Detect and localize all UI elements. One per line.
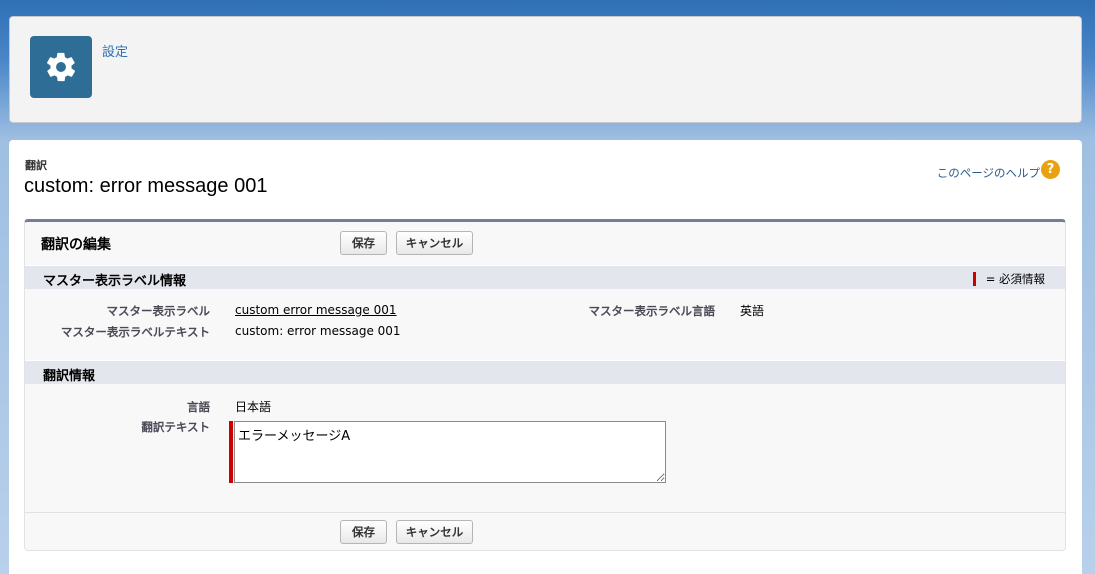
save-button-bottom[interactable]: 保存 <box>340 520 387 544</box>
edit-translation-panel: 翻訳の編集 保存 キャンセル マスター表示ラベル情報 = 必須情報 マスター表示… <box>24 219 1066 551</box>
main-content: 翻訳 custom: error message 001 このページのヘルプ ?… <box>9 140 1082 574</box>
master-section-title: マスター表示ラベル情報 <box>43 274 187 289</box>
master-lang-value: 英語 <box>740 304 765 318</box>
setup-header: 設定 <box>9 16 1082 123</box>
required-legend: = 必須情報 <box>972 271 1045 287</box>
cancel-button-bottom[interactable]: キャンセル <box>396 520 473 544</box>
page-title: custom: error message 001 <box>24 175 268 197</box>
divider <box>25 512 1065 513</box>
translation-section-header: 翻訳情報 <box>25 360 1065 384</box>
master-text-value: custom: error message 001 <box>235 324 401 338</box>
required-marker <box>972 272 976 286</box>
settings-tile <box>30 36 92 98</box>
help-link[interactable]: このページのヘルプ <box>937 165 1040 181</box>
gear-icon <box>47 52 75 82</box>
master-lang-label: マスター表示ラベル言語 <box>588 304 716 318</box>
save-button-top[interactable]: 保存 <box>340 231 387 255</box>
question-icon[interactable]: ? <box>1041 160 1060 179</box>
translation-section-title: 翻訳情報 <box>43 369 96 384</box>
translation-text-field: エラーメッセージA <box>229 421 666 483</box>
breadcrumb: 翻訳 <box>25 159 47 172</box>
translation-textarea[interactable]: エラーメッセージA <box>234 421 666 483</box>
setup-title-link[interactable]: 設定 <box>102 41 128 60</box>
panel-title: 翻訳の編集 <box>41 237 111 253</box>
master-section-header: マスター表示ラベル情報 = 必須情報 <box>25 265 1065 289</box>
required-legend-text: = 必須情報 <box>985 272 1045 286</box>
required-marker <box>229 421 233 483</box>
master-text-label: マスター表示ラベルテキスト <box>60 325 210 339</box>
language-value: 日本語 <box>235 400 272 414</box>
language-label: 言語 <box>187 400 210 414</box>
master-label-label: マスター表示ラベル <box>106 304 211 318</box>
master-label-link[interactable]: custom error message 001 <box>235 303 397 317</box>
translation-text-label: 翻訳テキスト <box>141 420 210 434</box>
cancel-button-top[interactable]: キャンセル <box>396 231 473 255</box>
